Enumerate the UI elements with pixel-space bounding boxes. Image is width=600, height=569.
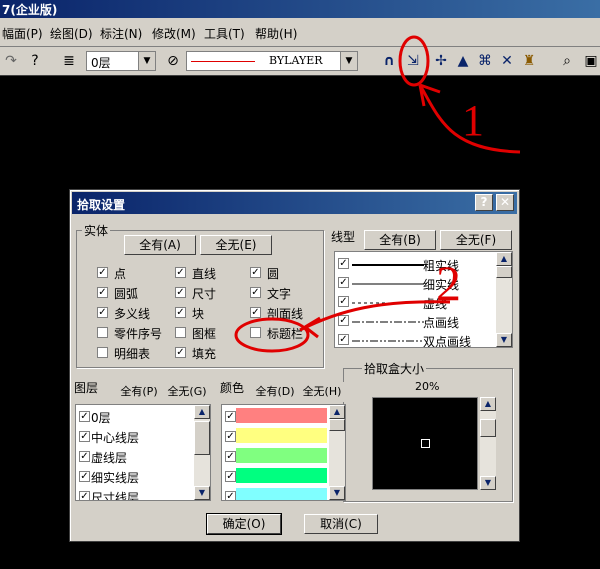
annotation-circle-1 — [398, 35, 430, 87]
annotation-mark-1: 1 — [462, 96, 484, 145]
annotation-mark-2: 2 — [436, 255, 461, 311]
annotation-arrow-2 — [299, 300, 451, 332]
annotation-layer: 1 2 — [234, 35, 521, 353]
annotation-circle-2 — [234, 317, 310, 353]
